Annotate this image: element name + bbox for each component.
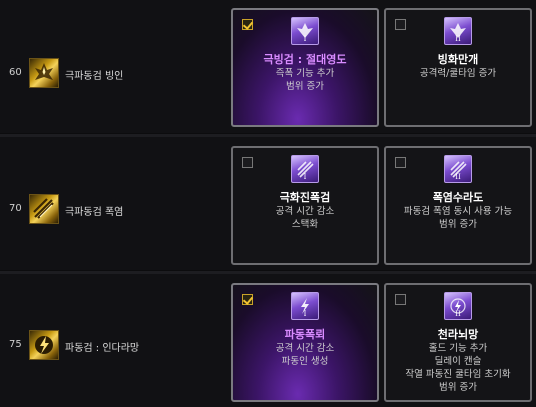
option-desc-line: 파동인 생성 [281,356,329,367]
option-desc-line: 즉폭 기능 추가 [275,68,335,79]
option-desc-line: 범위 증가 [439,382,477,393]
tier-numeral: II [455,173,461,181]
lightning-orb-icon [29,330,59,360]
option-desc-line: 범위 증가 [286,81,324,92]
option-checkbox[interactable] [242,157,253,168]
option-title: 천라뇌망 [437,328,479,341]
tier-numeral: I [303,173,307,181]
option-description: 파동검 폭염 동시 사용 가능 범위 증가 [388,205,528,231]
option-card-2[interactable]: II 천라뇌망 홀드 기능 추가 딜레이 캔슬 작열 파동진 쿨타임 초기화 범… [384,283,532,402]
skill-name: 파동검 : 인다라망 [65,343,140,354]
option-card-1[interactable]: I 극빙검 : 절대영도 즉폭 기능 추가 범위 증가 [231,8,379,127]
option-checkbox[interactable] [242,294,253,305]
option-desc-line: 공격력/쿨타임 증가 [419,68,497,79]
option-title: 극화진폭검 [279,191,331,204]
option-desc-line: 홀드 기능 추가 [428,343,488,354]
option-description: 공격 시간 감소 파동인 생성 [235,342,375,368]
skill-level: 75 [9,339,22,350]
skill-row-70: 70 극파동검 폭염 I 극화진폭검 공격 시간 감소 스택화 II 폭염수라도… [0,137,536,270]
option-title: 파동폭뢰 [284,328,326,341]
crystal-crest-icon: II [444,17,472,45]
option-card-2[interactable]: II 폭염수라도 파동검 폭염 동시 사용 가능 범위 증가 [384,146,532,265]
flame-slash-icon [29,194,59,224]
option-title: 폭염수라도 [432,191,484,204]
skill-row-75: 75 파동검 : 인다라망 I 파동폭뢰 공격 시간 감소 파동인 생성 II … [0,274,536,407]
tier-numeral: II [455,35,461,43]
option-desc-line: 딜레이 캔슬 [434,356,482,367]
tier-numeral: II [455,310,461,318]
option-card-2[interactable]: II 빙화만개 공격력/쿨타임 증가 [384,8,532,127]
option-desc-line: 공격 시간 감소 [275,343,335,354]
option-description: 홀드 기능 추가 딜레이 캔슬 작열 파동진 쿨타임 초기화 범위 증가 [388,342,528,394]
option-description: 공격 시간 감소 스택화 [235,205,375,231]
skill-level: 60 [9,67,22,78]
option-desc-line: 파동검 폭염 동시 사용 가능 [403,206,513,217]
option-desc-line: 스택화 [291,219,319,230]
lightning-burst-icon: I [291,292,319,320]
option-title: 빙화만개 [437,53,479,66]
option-checkbox[interactable] [395,19,406,30]
flame-wave-icon: II [444,155,472,183]
option-checkbox[interactable] [242,19,253,30]
option-checkbox[interactable] [395,294,406,305]
option-checkbox[interactable] [395,157,406,168]
option-description: 즉폭 기능 추가 범위 증가 [235,67,375,93]
lightning-net-icon: II [444,292,472,320]
skill-level: 70 [9,203,22,214]
option-description: 공격력/쿨타임 증가 [388,67,528,80]
option-desc-line: 범위 증가 [439,219,477,230]
option-desc-line: 작열 파동진 쿨타임 초기화 [405,369,511,380]
option-desc-line: 공격 시간 감소 [275,206,335,217]
skill-name: 극파동검 폭염 [65,207,124,218]
option-card-1[interactable]: I 파동폭뢰 공격 시간 감소 파동인 생성 [231,283,379,402]
option-title: 극빙검 : 절대영도 [263,53,347,66]
tier-numeral: I [303,35,307,43]
flame-wave-icon: I [291,155,319,183]
tier-numeral: I [303,310,307,318]
crystal-crest-icon: I [291,17,319,45]
skill-name: 극파동검 빙인 [65,71,124,82]
option-card-1[interactable]: I 극화진폭검 공격 시간 감소 스택화 [231,146,379,265]
skill-row-60: 60 극파동검 빙인 I 극빙검 : 절대영도 즉폭 기능 추가 범위 증가 I… [0,0,536,133]
ice-crest-icon [29,58,59,88]
